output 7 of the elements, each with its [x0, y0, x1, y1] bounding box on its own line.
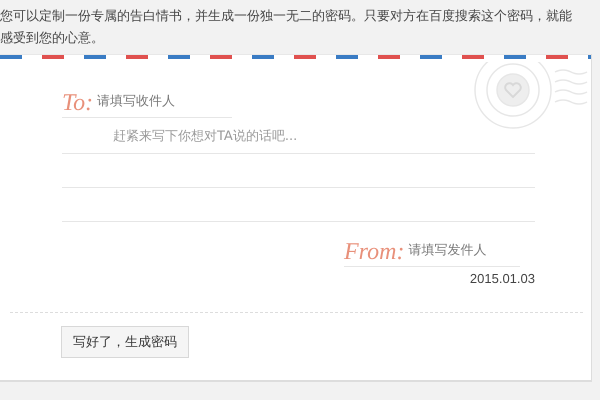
generate-code-button[interactable]: 写好了，生成密码 — [61, 326, 189, 358]
sender-field[interactable]: 请填写发件人 — [408, 243, 508, 266]
recipient-field[interactable]: 请填写收件人 — [97, 94, 218, 117]
intro-text: 您可以定制一份专属的告白情书，并生成一份独一无二的密码。只要对方在百度搜索这个密码，就能感受到您的心意。 — [0, 8, 573, 48]
from-label: From: — [344, 238, 406, 266]
letter-date: 2015.01.03 — [470, 271, 535, 286]
to-label: To: — [62, 89, 94, 117]
